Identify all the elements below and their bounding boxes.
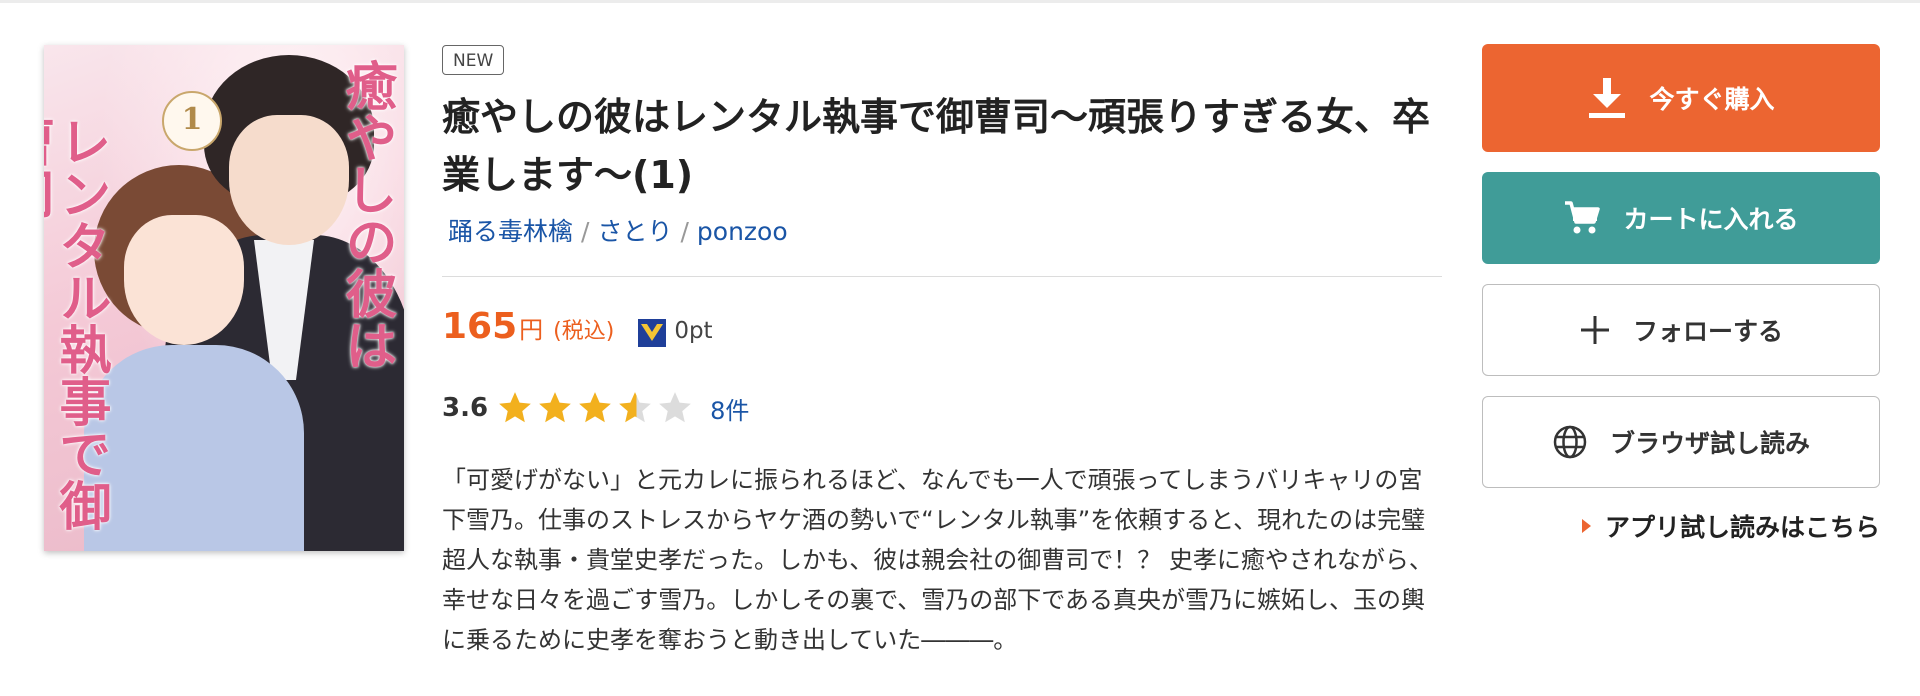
follow-button[interactable]: フォローする [1482,284,1880,376]
globe-icon [1553,425,1587,459]
author-link[interactable]: 踊る毒林檎 [448,217,573,246]
author-link[interactable]: さとり [597,217,672,246]
follow-label: フォローする [1632,317,1783,346]
triangle-right-icon [1581,519,1591,533]
author-separator: / [581,217,590,246]
browser-preview-label: ブラウザ試し読み [1609,429,1810,458]
book-cover-image[interactable]: 癒やしの彼は レンタル執事で御曹司 1 [44,45,404,551]
app-preview-label: アプリ試し読みはこちら [1604,513,1880,542]
review-count-link[interactable]: 8件 [710,391,749,426]
price-currency: 円 [519,316,544,344]
buy-now-button[interactable]: 今すぐ購入 [1482,44,1880,152]
divider [442,276,1442,277]
star-icon [539,392,571,423]
price-row: 165 円 (税込) 0pt [442,306,713,356]
cart-icon [1565,201,1601,234]
browser-preview-button[interactable]: ブラウザ試し読み [1482,396,1880,488]
buy-now-label: 今すぐ購入 [1649,85,1775,114]
app-preview-link[interactable]: アプリ試し読みはこちら [1581,508,1880,544]
author-separator: / [680,217,689,246]
new-badge: NEW [442,45,505,75]
point-icon [638,319,667,347]
star-half-icon [619,392,651,423]
rating-row: 3.6 8件 [442,386,749,430]
top-border [0,0,1920,3]
tax-note: (税込) [553,319,615,344]
cover-volume-number: 1 [162,91,222,151]
star-rating [496,389,694,427]
rating-score: 3.6 [442,393,489,423]
price-amount: 165 [442,306,518,347]
add-to-cart-button[interactable]: カートに入れる [1482,172,1880,264]
product-title: 癒やしの彼はレンタル執事で御曹司〜頑張りすぎる女、卒業します〜(1) [442,95,1431,197]
plus-icon [1580,316,1609,344]
star-icon [499,392,531,423]
star-icon [579,392,611,423]
cover-title-1: 癒やしの彼は [336,59,397,371]
cover-title-2: レンタル執事で御曹司 [44,115,111,531]
author-list: 踊る毒林檎 / さとり / ponzoo [448,214,788,250]
download-icon [1589,78,1626,118]
add-to-cart-label: カートに入れる [1623,205,1799,234]
description: 「可愛げがない」と元カレに振られるほど、なんでも一人で頑張ってしまうバリキャリの… [442,466,1433,654]
star-empty-icon [659,392,691,423]
points-value: 0pt [674,318,713,344]
author-link[interactable]: ponzoo [697,217,788,246]
